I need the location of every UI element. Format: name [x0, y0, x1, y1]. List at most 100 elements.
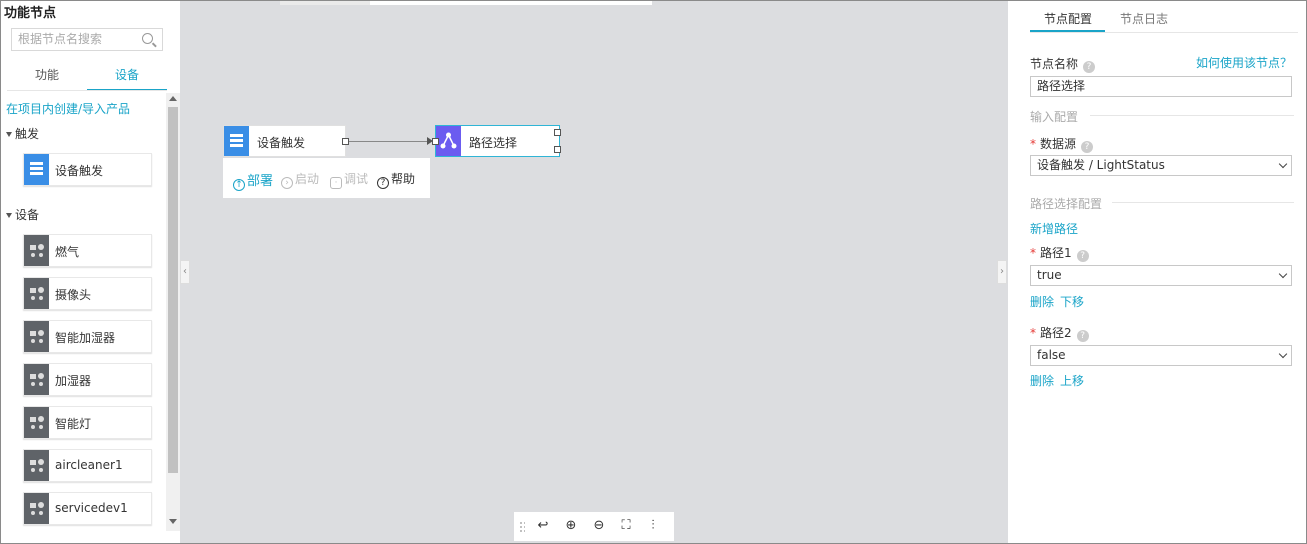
canvas-node-label: 设备触发	[257, 136, 306, 150]
library-node-device[interactable]: 智能灯	[23, 406, 152, 439]
zoom-in-icon[interactable]: ⊕	[564, 519, 578, 533]
search-placeholder: 根据节点名搜索	[18, 32, 103, 46]
route-2-select[interactable]: false	[1030, 345, 1292, 366]
help-tooltip-icon[interactable]: ?	[1076, 250, 1089, 262]
panel-title: 功能节点	[4, 6, 57, 21]
output-port[interactable]	[342, 138, 349, 145]
chevron-down-icon	[1278, 269, 1288, 279]
output-port-2[interactable]	[554, 146, 561, 153]
node-name-label: 节点名称?	[1030, 55, 1096, 73]
settings-icon[interactable]: ⫶	[646, 519, 660, 533]
active-tab-indicator	[1030, 30, 1105, 32]
library-node-device[interactable]: aircleaner1	[23, 449, 152, 482]
device-icon	[24, 364, 49, 395]
library-node-device-trigger[interactable]: 设备触发	[23, 153, 152, 186]
help-tooltip-icon[interactable]: ?	[1081, 141, 1094, 153]
library-node-device[interactable]: servicedev1	[23, 492, 152, 525]
deploy-button[interactable]: ↑ 部署	[233, 170, 273, 191]
drag-grip-icon[interactable]	[519, 521, 525, 533]
route-icon	[436, 126, 461, 156]
bug-icon: ·	[330, 177, 342, 189]
library-node-label: 智能加湿器	[55, 331, 116, 345]
device-icon	[24, 278, 49, 309]
caret-down-icon	[6, 213, 12, 218]
help-tooltip-icon[interactable]: ?	[1083, 61, 1096, 73]
datasource-select[interactable]: 设备触发 / LightStatus	[1030, 155, 1292, 176]
library-node-device[interactable]: 智能加湿器	[23, 320, 152, 353]
trigger-icon	[24, 154, 49, 185]
canvas-bottom-toolbar: ↩ ⊕ ⊖ ⛶ ⫶	[514, 512, 674, 541]
help-button[interactable]: ? 帮助	[377, 170, 415, 189]
datasource-label: * 数据源?	[1030, 135, 1094, 153]
library-node-device[interactable]: 燃气	[23, 234, 152, 267]
route-1-label: * 路径1?	[1030, 244, 1089, 262]
chevron-down-icon	[1278, 349, 1288, 359]
help-tooltip-icon[interactable]: ?	[1076, 330, 1089, 342]
route-2-delete-link[interactable]: 删除	[1030, 372, 1054, 389]
group-label: 触发	[15, 127, 40, 141]
search-icon[interactable]	[142, 33, 153, 44]
scroll-down-icon[interactable]	[169, 519, 177, 524]
scrollbar-thumb[interactable]	[168, 107, 178, 473]
tab-node-config[interactable]: 节点配置	[1044, 10, 1092, 27]
route-1-delete-link[interactable]: 删除	[1030, 293, 1054, 310]
group-label: 设备	[15, 208, 40, 222]
section-input-config: 输入配置	[1030, 110, 1079, 124]
debug-button[interactable]: · 调试	[330, 170, 368, 189]
collapse-left-icon[interactable]: ‹	[180, 260, 190, 284]
create-product-link[interactable]: 在项目内创建/导入产品	[6, 100, 130, 117]
flow-canvas[interactable]: ‹ › 设备触发 路径选择 ↑ 部署 › 启动 · 调试 ? 帮助 ↩ ⊕ ⊖ ⛶ ⫶	[180, 1, 1008, 543]
undo-icon[interactable]: ↩	[536, 519, 550, 533]
section-divider	[1090, 115, 1294, 116]
canvas-node-label: 路径选择	[469, 136, 518, 150]
section-divider	[1112, 202, 1294, 203]
library-node-label: 加湿器	[55, 374, 92, 388]
chevron-down-icon	[1278, 159, 1288, 169]
library-node-label: 燃气	[55, 245, 80, 259]
upload-cloud-icon: ↑	[233, 179, 245, 191]
add-route-link[interactable]: 新增路径	[1030, 220, 1078, 237]
library-node-device[interactable]: 摄像头	[23, 277, 152, 310]
library-node-label: 智能灯	[55, 417, 92, 431]
play-icon: ›	[281, 177, 293, 189]
canvas-node-device-trigger[interactable]: 设备触发	[223, 125, 346, 157]
node-action-toolbar: ↑ 部署 › 启动 · 调试 ? 帮助	[223, 158, 430, 198]
group-device[interactable]: 设备	[6, 206, 39, 223]
tab-node-log[interactable]: 节点日志	[1120, 10, 1168, 27]
route-2-label: * 路径2?	[1030, 324, 1089, 342]
device-icon	[24, 493, 49, 524]
route-2-move-up-link[interactable]: 上移	[1060, 372, 1084, 389]
tabs-divider	[7, 90, 167, 91]
start-button[interactable]: › 启动	[281, 170, 319, 189]
collapse-right-icon[interactable]: ›	[997, 260, 1007, 284]
library-node-device[interactable]: 加湿器	[23, 363, 152, 396]
section-route-config: 路径选择配置	[1030, 197, 1103, 211]
tabs-divider	[1030, 32, 1298, 33]
canvas-top-strip	[370, 1, 652, 5]
node-search-input[interactable]: 根据节点名搜索	[11, 28, 163, 51]
connection-edge[interactable]	[349, 141, 429, 142]
how-to-use-link[interactable]: 如何使用该节点？	[1196, 54, 1292, 71]
caret-down-icon	[6, 132, 12, 137]
datasource-value: 设备触发 / LightStatus	[1037, 158, 1165, 172]
route-1-value: true	[1037, 268, 1062, 282]
input-port[interactable]	[432, 138, 439, 145]
output-port-1[interactable]	[554, 129, 561, 136]
device-icon	[24, 235, 49, 266]
fit-screen-icon[interactable]: ⛶	[619, 519, 633, 533]
device-icon	[24, 321, 49, 352]
route-2-value: false	[1037, 348, 1066, 362]
tab-device[interactable]: 设备	[87, 65, 167, 91]
library-node-label: aircleaner1	[55, 458, 123, 472]
node-name-input[interactable]: 路径选择	[1030, 76, 1292, 97]
route-1-move-down-link[interactable]: 下移	[1060, 293, 1084, 310]
help-icon: ?	[377, 177, 389, 189]
group-trigger[interactable]: 触发	[6, 125, 39, 142]
tab-function[interactable]: 功能	[7, 65, 87, 91]
route-1-select[interactable]: true	[1030, 265, 1292, 286]
zoom-out-icon[interactable]: ⊖	[592, 519, 606, 533]
scroll-up-icon[interactable]	[169, 96, 177, 101]
library-node-label: servicedev1	[55, 501, 128, 515]
trigger-icon	[224, 126, 249, 156]
canvas-node-route-select[interactable]: 路径选择	[435, 125, 560, 157]
